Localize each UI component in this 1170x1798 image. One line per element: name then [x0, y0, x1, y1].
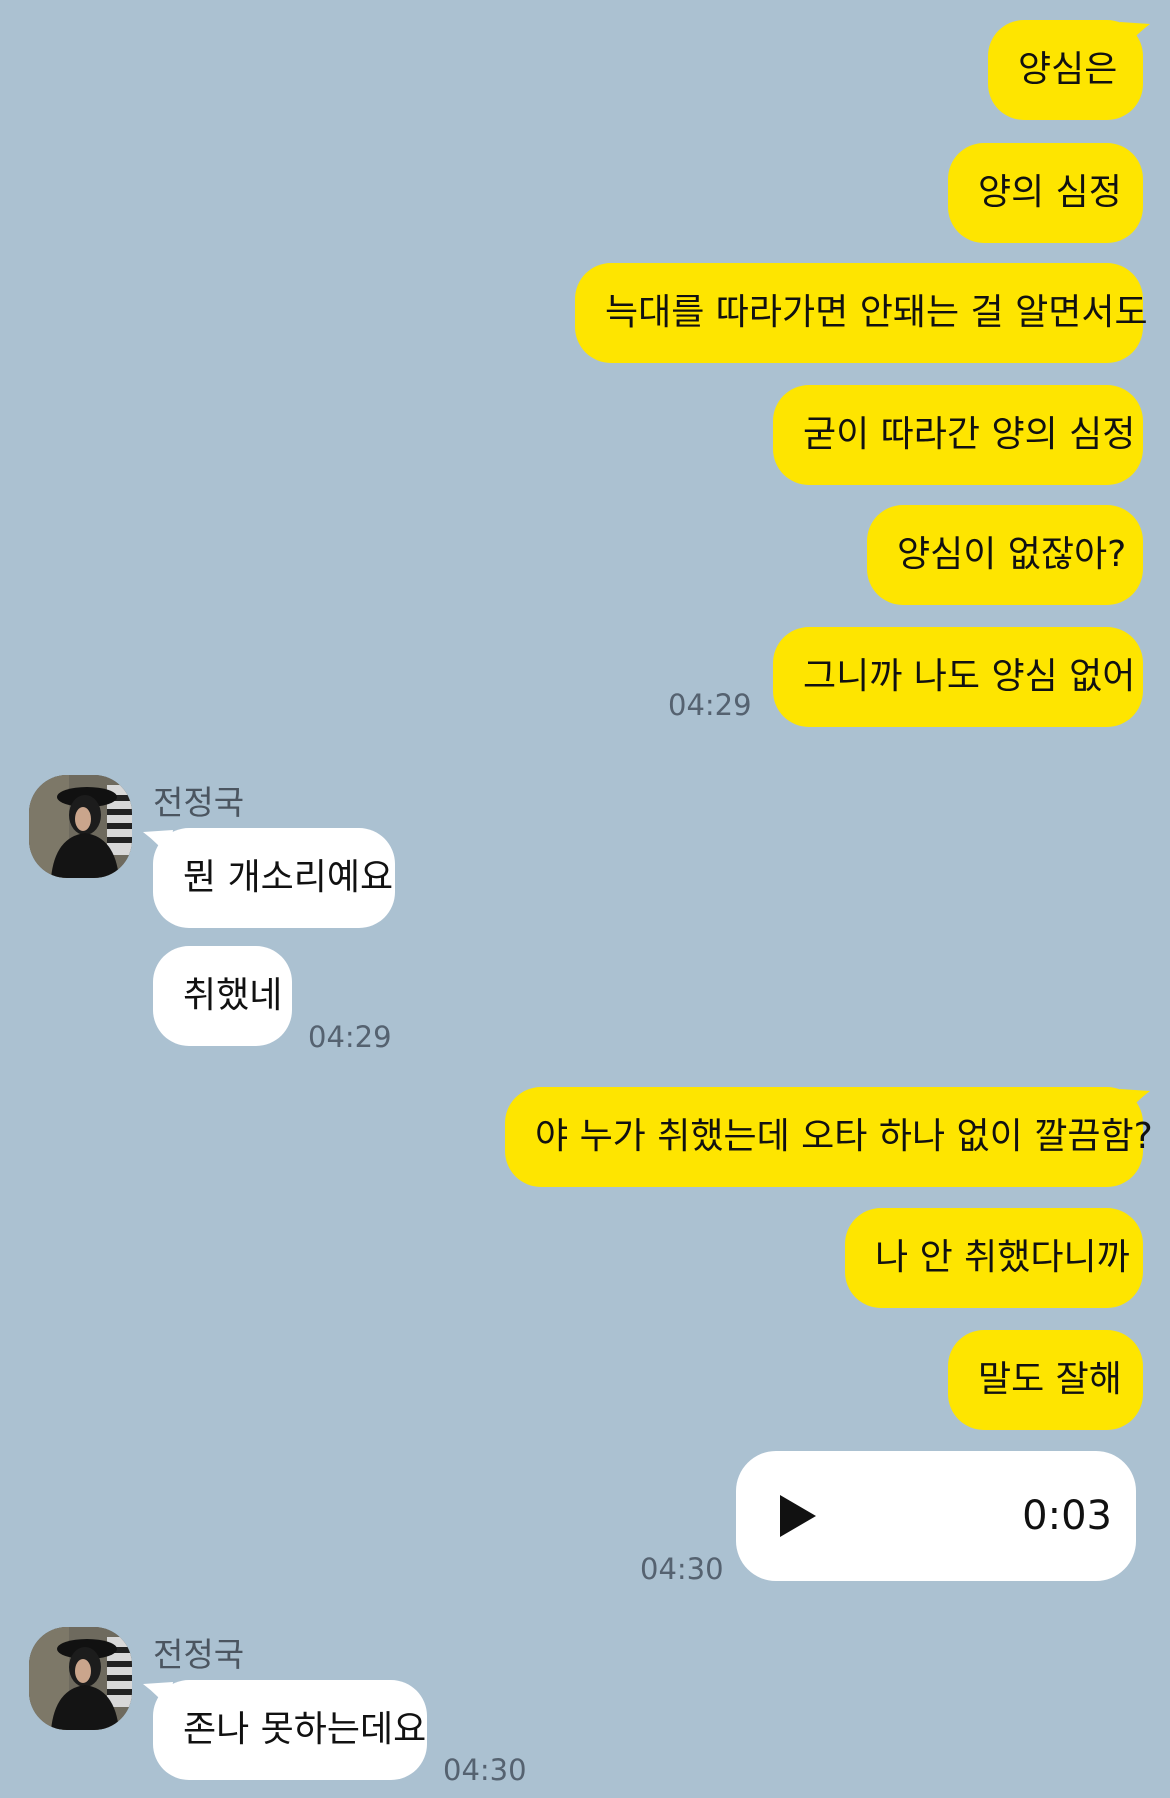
my-message-bubble[interactable]: 말도 잘해	[948, 1330, 1143, 1430]
other-message-bubble[interactable]: 취했네	[153, 946, 292, 1046]
sender-name: 전정국	[153, 783, 245, 822]
message-timestamp: 04:29	[668, 688, 752, 722]
profile-photo-icon	[29, 1627, 132, 1730]
play-icon[interactable]	[776, 1491, 820, 1541]
profile-photo-icon	[29, 775, 132, 878]
my-message-bubble[interactable]: 양의 심정	[948, 143, 1143, 243]
message-timestamp: 04:30	[640, 1552, 724, 1586]
my-message-bubble[interactable]: 늑대를 따라가면 안돼는 걸 알면서도	[575, 263, 1148, 363]
my-message-bubble[interactable]: 나 안 취했다니까	[845, 1208, 1143, 1308]
message-timestamp: 04:29	[308, 1020, 392, 1054]
other-message-bubble[interactable]: 존나 못하는데요	[153, 1680, 427, 1780]
my-message-bubble[interactable]: 양심이 없잖아?	[867, 505, 1143, 605]
voice-duration: 0:03	[1022, 1493, 1112, 1539]
sender-name: 전정국	[153, 1635, 245, 1674]
avatar[interactable]	[29, 1627, 132, 1730]
other-message-bubble[interactable]: 뭔 개소리예요	[153, 828, 395, 928]
avatar[interactable]	[29, 775, 132, 878]
my-message-bubble[interactable]: 그니까 나도 양심 없어	[773, 627, 1143, 727]
my-message-bubble[interactable]: 야 누가 취했는데 오타 하나 없이 깔끔함?	[505, 1087, 1153, 1187]
my-message-bubble[interactable]: 굳이 따라간 양의 심정	[773, 385, 1143, 485]
voice-message[interactable]: 0:03	[736, 1451, 1136, 1581]
message-timestamp: 04:30	[443, 1753, 527, 1787]
my-message-bubble[interactable]: 양심은	[988, 20, 1143, 120]
